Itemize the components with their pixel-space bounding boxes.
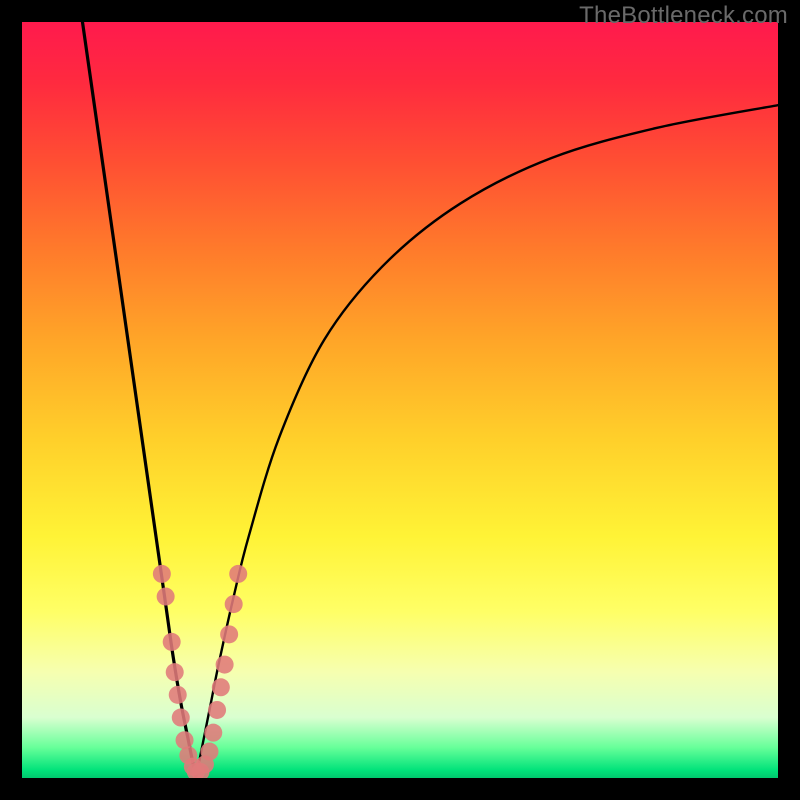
scatter-point [225, 595, 243, 613]
scatter-point [212, 678, 230, 696]
scatter-point [220, 625, 238, 643]
scatter-point [157, 588, 175, 606]
scatter-point [166, 663, 184, 681]
scatter-point [216, 656, 234, 674]
scatter-point [176, 731, 194, 749]
scatter-point [169, 686, 187, 704]
scatter-point [229, 565, 247, 583]
plot-svg [22, 22, 778, 778]
curve-right-branch [196, 105, 778, 778]
scatter-point [153, 565, 171, 583]
curve-layer [82, 22, 778, 778]
watermark-text: TheBottleneck.com [579, 2, 788, 30]
scatter-layer [153, 565, 247, 778]
scatter-point [208, 701, 226, 719]
scatter-point [172, 709, 190, 727]
scatter-point [163, 633, 181, 651]
chart-frame: TheBottleneck.com [0, 0, 800, 800]
scatter-point [204, 724, 222, 742]
plot-area [22, 22, 778, 778]
scatter-point [200, 743, 218, 761]
